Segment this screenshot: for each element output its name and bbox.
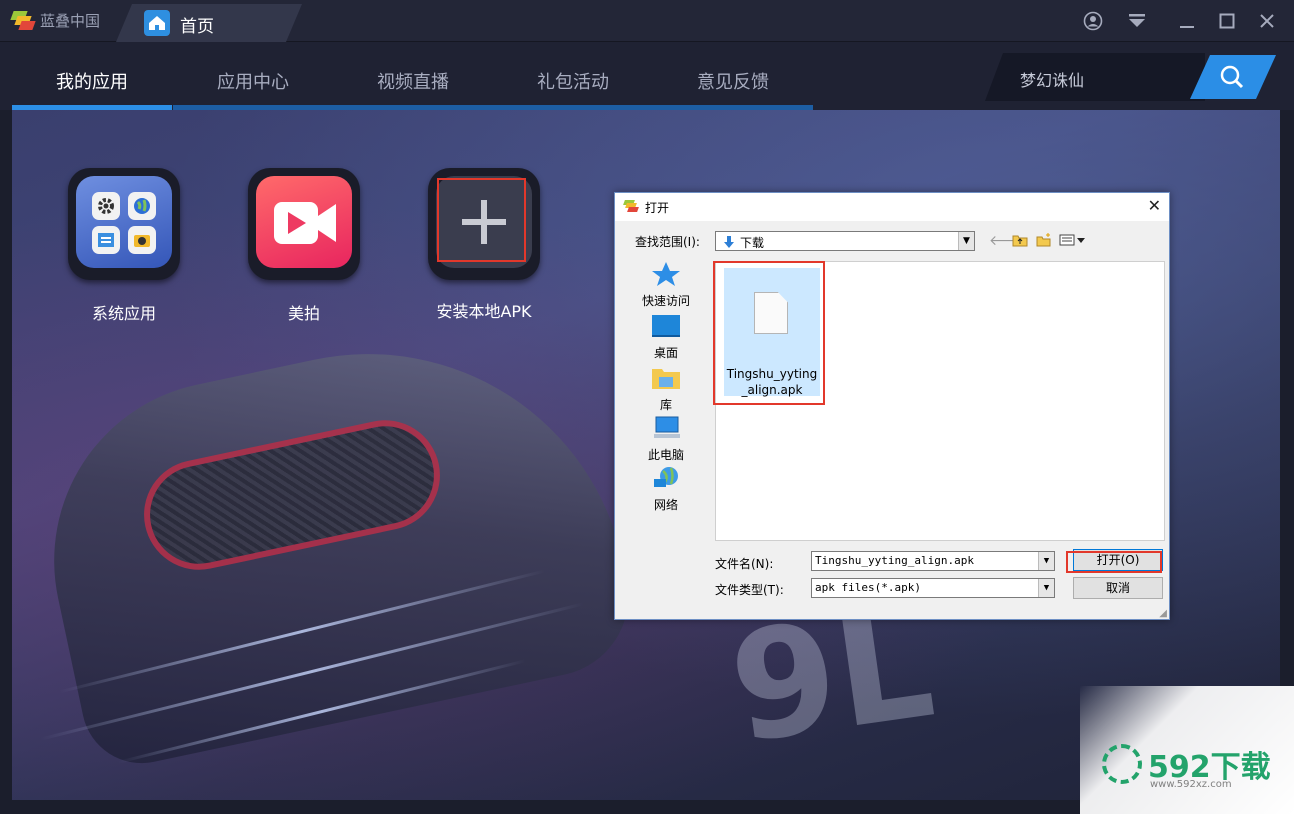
view-menu-icon[interactable] xyxy=(1059,233,1087,249)
star-icon xyxy=(652,262,680,286)
search-input-text[interactable]: 梦幻诛仙 xyxy=(1020,67,1084,91)
app-label-system-apps[interactable]: 系统应用 xyxy=(44,300,204,324)
new-folder-icon[interactable] xyxy=(1035,233,1053,249)
filename-field[interactable]: Tingshu_yyting_align.apk ▼ xyxy=(811,551,1055,571)
network-globe-icon xyxy=(654,467,678,487)
place-this-pc[interactable]: 此电脑 xyxy=(627,415,705,463)
title-bar: 蓝叠中国 首页 xyxy=(0,0,1294,42)
chevron-down-icon[interactable]: ▼ xyxy=(1038,579,1054,597)
search-icon xyxy=(1219,64,1245,90)
place-library[interactable]: 库 xyxy=(627,365,705,413)
app-meipai[interactable] xyxy=(248,168,360,280)
nav-my-apps[interactable]: 我的应用 xyxy=(12,60,172,110)
app-label-install-apk[interactable]: 安装本地APK xyxy=(404,298,564,322)
tab-home[interactable]: 首页 xyxy=(116,4,302,42)
app-label-meipai[interactable]: 美拍 xyxy=(224,300,384,324)
cancel-button[interactable]: 取消 xyxy=(1073,577,1163,599)
filename-label: 文件名(N): xyxy=(715,557,774,571)
nav-gift-events[interactable]: 礼包活动 xyxy=(493,60,653,110)
lookin-label: 查找范围(I): xyxy=(635,235,700,249)
place-label: 库 xyxy=(659,398,672,412)
minimize-icon[interactable] xyxy=(1174,8,1200,34)
filename-value: Tingshu_yyting_align.apk xyxy=(815,554,974,567)
home-icon xyxy=(144,10,170,36)
app-title-text: 蓝叠中国 xyxy=(40,12,101,30)
place-network[interactable]: 网络 xyxy=(627,465,705,513)
chevron-down-icon[interactable]: ▼ xyxy=(1038,552,1054,570)
highlight-box xyxy=(1066,551,1162,573)
close-icon[interactable] xyxy=(1254,8,1280,34)
open-file-dialog: 打开 ✕ 查找范围(I): 下载 ▼ 🡐 快速访问 桌面 库 此电脑 网络 Ti… xyxy=(614,192,1170,620)
place-label: 快速访问 xyxy=(641,294,690,308)
back-arrow-icon[interactable]: 🡐 xyxy=(989,233,1027,249)
tab-home-label: 首页 xyxy=(180,17,214,37)
chevron-down-icon[interactable]: ▼ xyxy=(958,232,974,250)
place-label: 此电脑 xyxy=(647,448,684,462)
meipai-icon xyxy=(256,176,352,268)
filetype-label: 文件类型(T): xyxy=(715,583,784,597)
app-title: 蓝叠中国 xyxy=(10,10,100,31)
library-folder-icon xyxy=(652,369,680,389)
places-bar: 快速访问 桌面 库 此电脑 网络 xyxy=(627,261,705,541)
resize-grip-icon[interactable]: ◢ xyxy=(1159,608,1167,619)
search-input[interactable] xyxy=(985,53,1205,101)
place-label: 网络 xyxy=(653,498,678,512)
up-folder-icon[interactable] xyxy=(1011,233,1029,249)
system-apps-icon xyxy=(76,176,172,268)
highlight-box xyxy=(437,178,526,262)
watermark-logo-icon xyxy=(1102,744,1142,784)
lookin-select[interactable]: 下载 ▼ xyxy=(715,231,975,251)
filetype-select[interactable]: apk files(*.apk) ▼ xyxy=(811,578,1055,598)
filetype-value: apk files(*.apk) xyxy=(815,581,921,594)
nav-video-live[interactable]: 视频直播 xyxy=(333,60,493,110)
dialog-title: 打开 xyxy=(645,201,670,215)
maximize-icon[interactable] xyxy=(1214,8,1240,34)
place-quick-access[interactable]: 快速访问 xyxy=(627,261,705,309)
app-system-apps[interactable] xyxy=(68,168,180,280)
dropdown-menu-icon[interactable] xyxy=(1124,8,1150,34)
nav-app-center[interactable]: 应用中心 xyxy=(173,60,333,110)
dialog-title-bar: 打开 ✕ xyxy=(615,193,1169,221)
bluestacks-logo-icon xyxy=(10,10,36,31)
place-desktop[interactable]: 桌面 xyxy=(627,313,705,361)
bluestacks-logo-icon xyxy=(623,200,639,212)
place-label: 桌面 xyxy=(653,346,678,360)
user-icon[interactable] xyxy=(1080,8,1106,34)
desktop-icon xyxy=(652,315,680,337)
watermark-url: www.592xz.com xyxy=(1150,779,1232,790)
download-arrow-icon xyxy=(724,236,734,248)
computer-icon xyxy=(654,416,680,438)
nav-feedback[interactable]: 意见反馈 xyxy=(653,60,813,110)
dialog-close-icon[interactable]: ✕ xyxy=(1148,196,1161,215)
highlight-box xyxy=(713,261,825,405)
lookin-value: 下载 xyxy=(740,236,765,250)
